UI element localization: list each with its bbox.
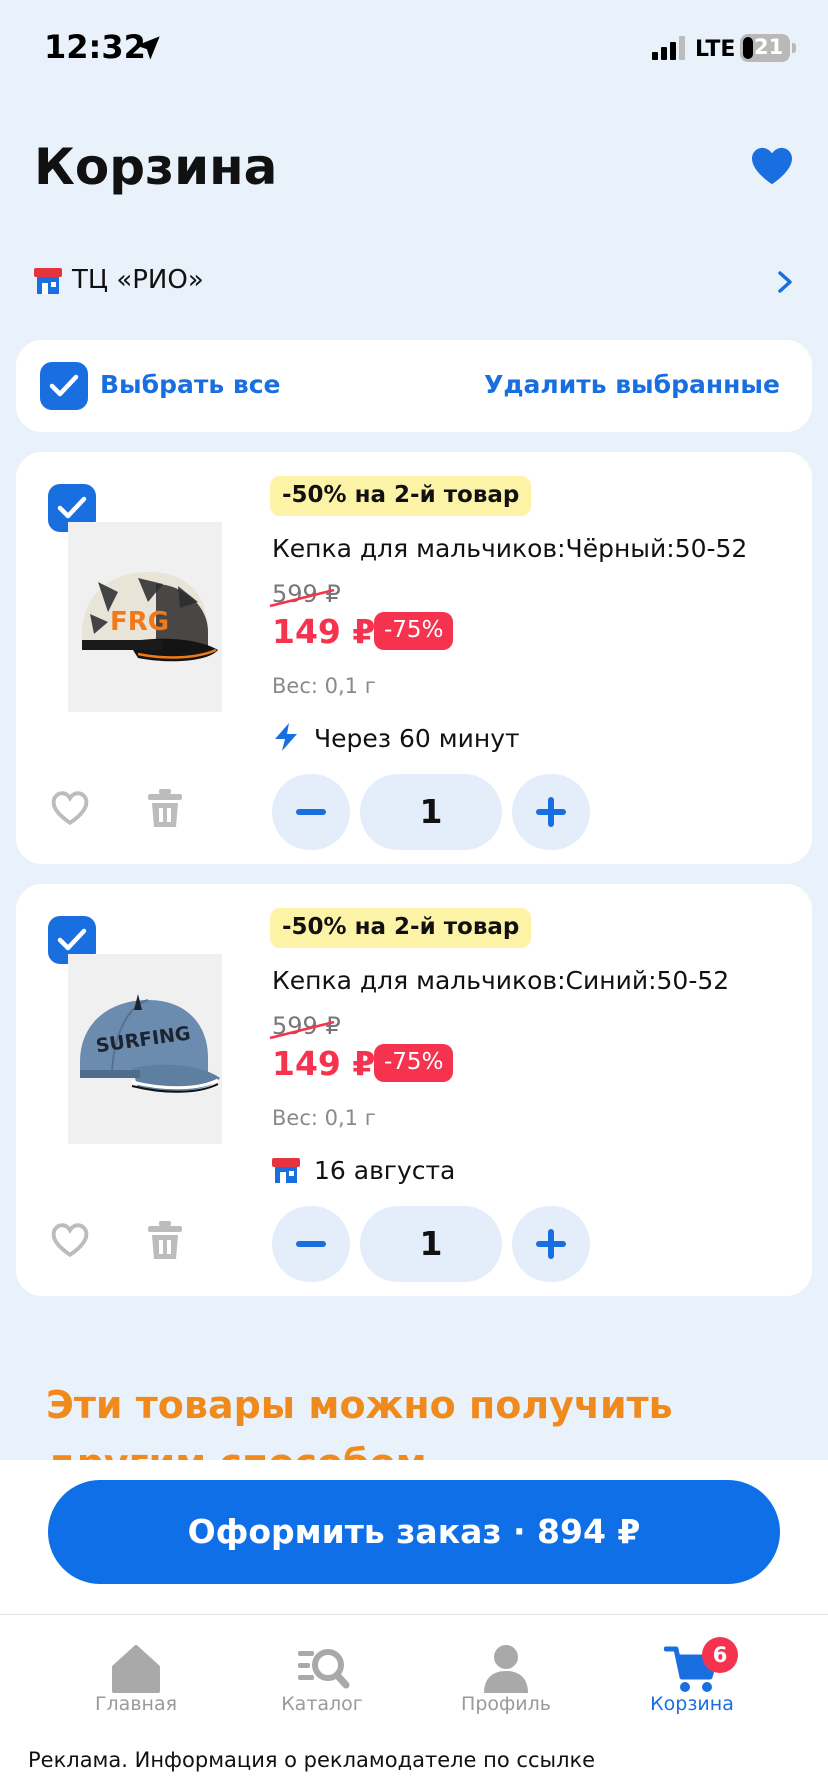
minus-icon — [296, 809, 326, 815]
select-all-checkbox[interactable] — [40, 362, 88, 410]
tab-profile[interactable]: Профиль — [416, 1615, 596, 1745]
checkout-bar: Оформить заказ · 894 ₽ — [0, 1460, 828, 1616]
strikethrough-line — [269, 588, 335, 608]
store-name: ТЦ «РИО» — [72, 265, 204, 295]
checkout-button[interactable]: Оформить заказ · 894 ₽ — [48, 1480, 780, 1584]
ad-disclaimer: Реклама. Информация о рекламодателе по с… — [0, 1744, 828, 1792]
tab-label: Главная — [94, 1693, 178, 1715]
current-price: 149 ₽ — [272, 1044, 376, 1083]
product-name[interactable]: Кепка для мальчиков:Синий:50-52 — [272, 966, 729, 995]
heart-outline-icon[interactable] — [50, 790, 90, 826]
cart-item: FRG -50% на 2-й товар Кепка для мальчико… — [16, 452, 812, 864]
promo-badge: -50% на 2-й товар — [270, 476, 532, 516]
alternative-delivery-heading: Эти товары можно получить другим способо… — [46, 1383, 673, 1460]
delete-selected-button[interactable]: Удалить выбранные — [484, 370, 780, 399]
quantity-value[interactable]: 1 — [360, 1206, 502, 1282]
quantity-value[interactable]: 1 — [360, 774, 502, 850]
cart-item: SURFING -50% на 2-й товар Кепка для маль… — [16, 884, 812, 1296]
catalog-search-icon — [298, 1649, 350, 1689]
discount-badge: -75% — [374, 612, 454, 650]
current-price: 149 ₽ — [272, 612, 376, 651]
status-bar: 12:32 LTE 21 — [0, 0, 828, 100]
trash-icon[interactable] — [146, 787, 184, 829]
tab-cart[interactable]: 6 Корзина — [602, 1615, 782, 1745]
home-icon — [112, 1645, 160, 1693]
trash-icon[interactable] — [146, 1219, 184, 1261]
blue-cap-image: SURFING — [80, 994, 220, 1093]
decrease-quantity-button[interactable] — [272, 1206, 350, 1282]
increase-quantity-button[interactable] — [512, 774, 590, 850]
decrease-quantity-button[interactable] — [272, 774, 350, 850]
minus-icon — [296, 1241, 326, 1247]
product-image[interactable]: SURFING — [68, 954, 222, 1144]
store-selector[interactable]: ТЦ «РИО» — [34, 262, 794, 302]
lightning-icon — [275, 723, 297, 751]
favorites-heart-icon[interactable] — [750, 146, 794, 186]
tab-label: Каталог — [281, 1693, 363, 1715]
status-time: 12:32 — [44, 28, 146, 66]
delivery-date: 16 августа — [314, 1156, 456, 1185]
black-cap-image: FRG — [82, 572, 218, 662]
tab-label: Профиль — [461, 1693, 551, 1715]
profile-icon — [484, 1645, 528, 1693]
plus-icon — [536, 1229, 566, 1259]
svg-text:FRG: FRG — [110, 607, 169, 637]
bottom-tab-bar: Главная Каталог Профиль 6 Корзина — [0, 1614, 828, 1744]
selection-toolbar: Выбрать все Удалить выбранные — [16, 340, 812, 432]
tab-label: Корзина — [650, 1693, 734, 1715]
checkmark-icon — [57, 928, 87, 951]
tab-home[interactable]: Главная — [46, 1615, 226, 1745]
select-all-button[interactable]: Выбрать все — [100, 370, 280, 399]
product-image[interactable]: FRG — [68, 522, 222, 712]
checkmark-icon — [49, 374, 79, 397]
page-title: Корзина — [34, 138, 278, 196]
location-arrow-icon — [136, 36, 160, 60]
ad-disclaimer-link[interactable]: Реклама. Информация о рекламодателе по с… — [28, 1748, 595, 1772]
item-weight: Вес: 0,1 г — [272, 674, 376, 698]
strikethrough-line — [269, 1020, 335, 1040]
heart-outline-icon[interactable] — [50, 1222, 90, 1258]
product-name[interactable]: Кепка для мальчиков:Чёрный:50-52 — [272, 534, 747, 563]
delivery-time: Через 60 минут — [314, 724, 520, 753]
battery-icon: 21 — [740, 34, 790, 62]
checkmark-icon — [57, 496, 87, 519]
store-icon — [34, 268, 62, 294]
discount-badge: -75% — [374, 1044, 454, 1082]
tab-catalog[interactable]: Каталог — [232, 1615, 412, 1745]
network-type: LTE — [695, 37, 736, 62]
store-icon — [272, 1158, 300, 1183]
chevron-right-icon — [778, 271, 792, 293]
signal-icon — [652, 36, 685, 60]
increase-quantity-button[interactable] — [512, 1206, 590, 1282]
cart-count-badge: 6 — [702, 1637, 738, 1673]
battery-level: 21 — [754, 35, 784, 59]
plus-icon — [536, 797, 566, 827]
promo-badge: -50% на 2-й товар — [270, 908, 532, 948]
item-weight: Вес: 0,1 г — [272, 1106, 376, 1130]
